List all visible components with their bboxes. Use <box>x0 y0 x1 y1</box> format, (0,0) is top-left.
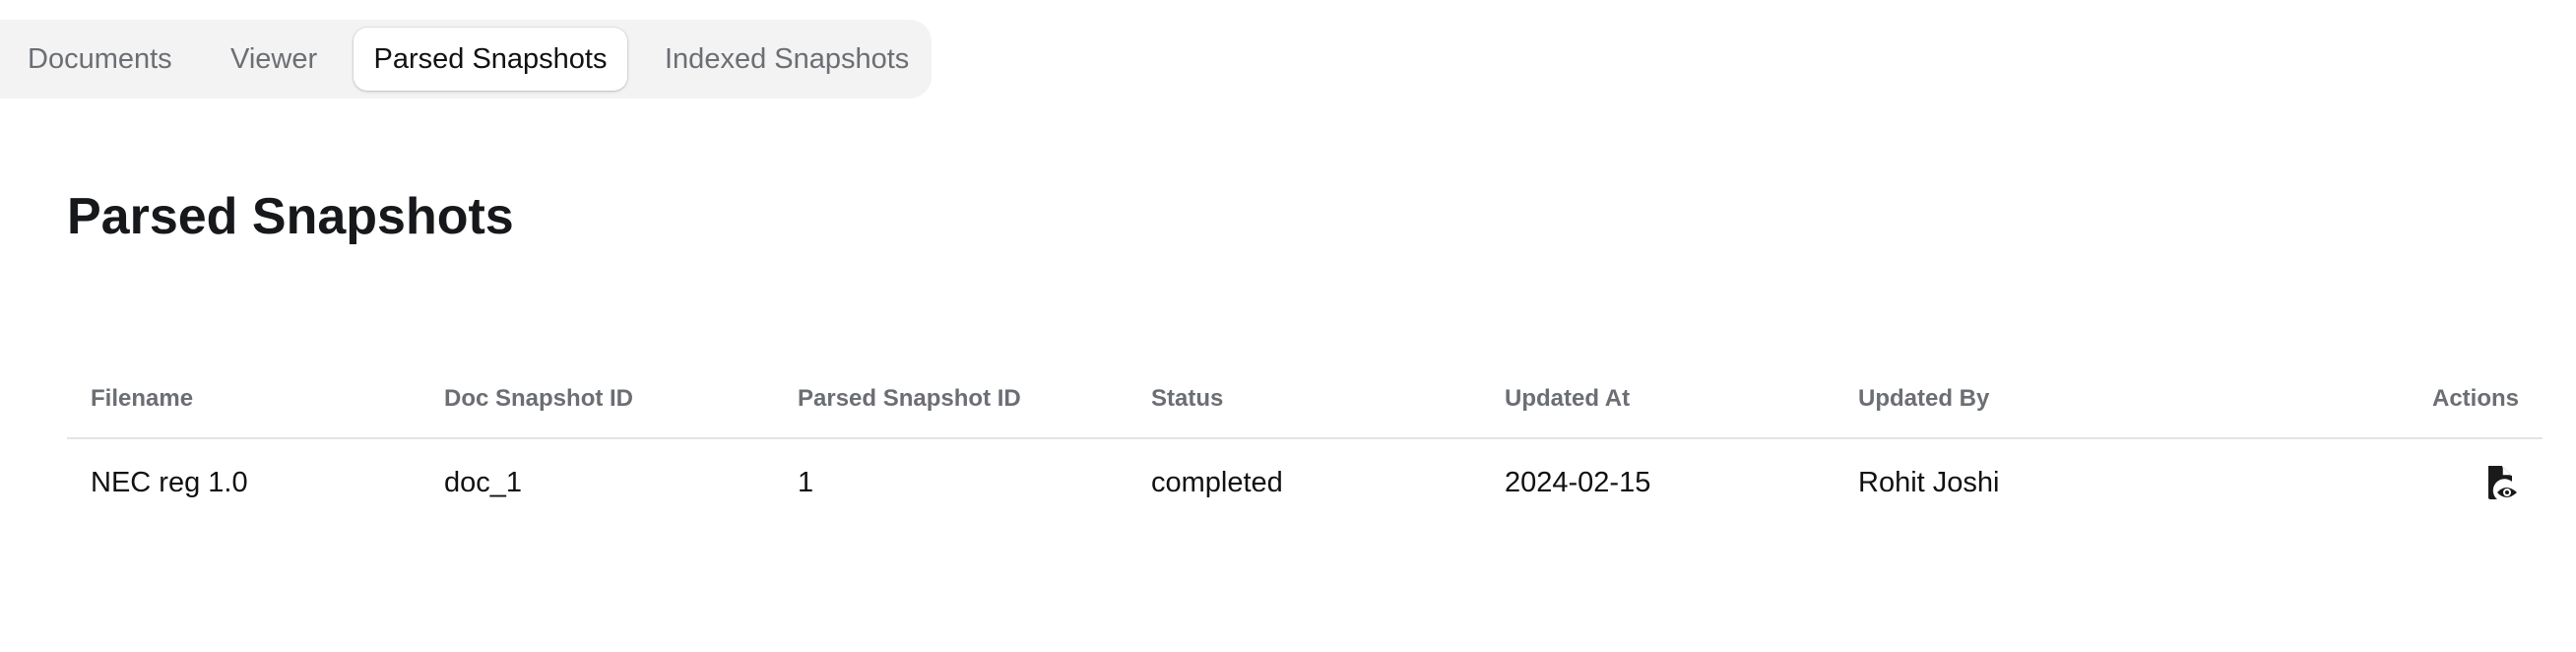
table-header: Filename Doc Snapshot ID Parsed Snapshot… <box>67 374 2543 439</box>
view-parsed-snapshot-button[interactable] <box>2481 463 2521 502</box>
column-header-parsed-snapshot-id: Parsed Snapshot ID <box>798 385 1021 412</box>
column-header-doc-snapshot-id: Doc Snapshot ID <box>444 385 634 412</box>
file-view-icon <box>2488 466 2517 499</box>
cell-filename: NEC reg 1.0 <box>91 467 248 498</box>
tab-parsed-snapshots[interactable]: Parsed Snapshots <box>354 28 627 91</box>
table-row: NEC reg 1.0 doc_1 1 completed 2024-02-15… <box>67 439 2543 528</box>
tab-bar: Documents Viewer Parsed Snapshots Indexe… <box>0 20 932 98</box>
tab-viewer[interactable]: Viewer <box>230 28 317 91</box>
cell-doc-snapshot-id: doc_1 <box>444 467 523 498</box>
column-header-updated-by: Updated By <box>1858 385 1990 412</box>
tab-documents[interactable]: Documents <box>28 28 172 91</box>
cell-status: completed <box>1151 467 1283 498</box>
page-title: Parsed Snapshots <box>67 188 514 245</box>
cell-parsed-snapshot-id: 1 <box>798 467 814 498</box>
cell-updated-by: Rohit Joshi <box>1858 467 2000 498</box>
column-header-actions: Actions <box>2431 385 2519 412</box>
column-header-status: Status <box>1151 385 1224 412</box>
tab-indexed-snapshots[interactable]: Indexed Snapshots <box>665 28 909 91</box>
parsed-snapshots-table: Filename Doc Snapshot ID Parsed Snapshot… <box>67 374 2543 528</box>
column-header-filename: Filename <box>91 385 194 412</box>
cell-updated-at: 2024-02-15 <box>1505 467 1651 498</box>
column-header-updated-at: Updated At <box>1505 385 1631 412</box>
